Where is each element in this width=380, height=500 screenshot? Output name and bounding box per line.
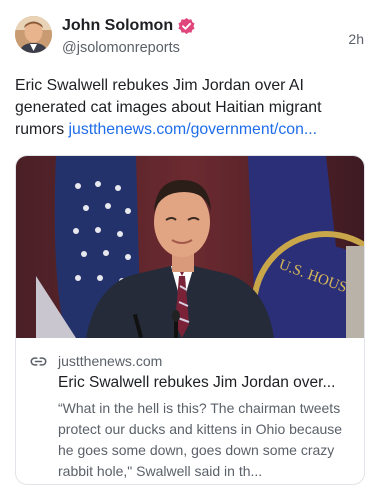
link-preview-meta: justthenews.com Eric Swalwell rebukes Ji…	[16, 338, 364, 484]
verified-badge-icon	[178, 17, 195, 35]
link-preview-title[interactable]: Eric Swalwell rebukes Jim Jordan over...	[58, 373, 354, 393]
post: John Solomon @jsolomonreports 2h Eric Sw…	[0, 0, 380, 500]
link-preview-image[interactable]: U.S. HOUS	[16, 156, 364, 338]
avatar[interactable]	[15, 16, 52, 53]
author-name[interactable]: John Solomon	[62, 16, 173, 36]
author-handle[interactable]: @jsolomonreports	[62, 39, 180, 57]
post-link[interactable]: justthenews.com/government/con...	[69, 121, 318, 138]
post-text: Eric Swalwell rebukes Jim Jordan over AI…	[15, 75, 365, 141]
link-icon	[30, 357, 47, 366]
link-preview-description: “What in the hell is this? The chairman …	[58, 400, 343, 479]
link-preview-domain: justthenews.com	[58, 353, 163, 369]
post-timestamp[interactable]: 2h	[348, 30, 364, 48]
link-preview-card[interactable]: U.S. HOUS justthenews.com Eric Swalwell …	[15, 155, 365, 485]
